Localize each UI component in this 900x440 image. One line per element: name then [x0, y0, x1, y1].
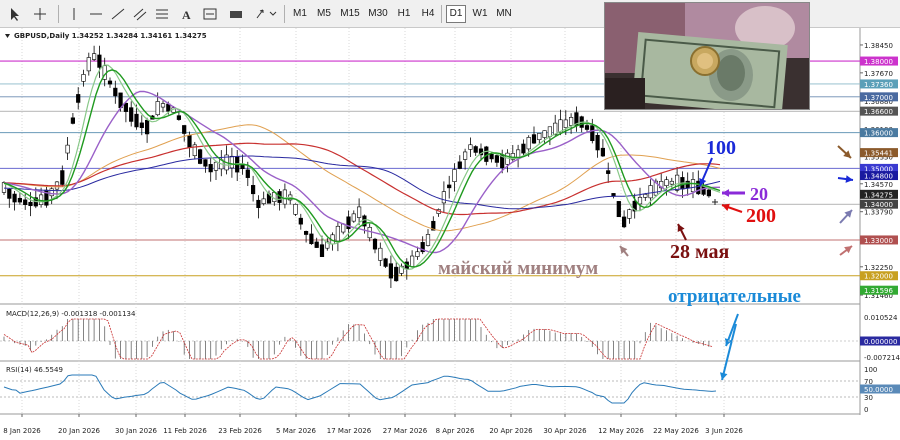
timeframe-m15[interactable]: M15: [338, 5, 362, 23]
rsi-scale-label: 30: [864, 394, 873, 402]
crosshair-icon[interactable]: [30, 5, 50, 23]
date-annotation: 28 мая: [670, 241, 729, 263]
vline-icon[interactable]: [64, 5, 84, 23]
price-scale-label: 1.38450: [864, 42, 893, 50]
price-scale-label: 1.34570: [864, 181, 893, 189]
price-tag: 1.35441: [860, 148, 898, 158]
price-tag-label: 1.37000: [864, 94, 893, 102]
macd-scale-label: -0.007214: [864, 354, 900, 362]
candle: [293, 203, 298, 217]
date-label: 12 May 2026: [598, 427, 644, 435]
rsi-header: RSI(14) 46.5549: [6, 366, 63, 374]
hline-icon[interactable]: [86, 5, 106, 23]
price-tag-label: 1.35441: [864, 150, 893, 158]
rsi-scale-label: 0: [864, 406, 868, 414]
timeframe-m30[interactable]: M30: [366, 5, 390, 23]
date-label: 8 Apr 2026: [436, 427, 475, 435]
date-label: 5 Mar 2026: [276, 427, 316, 435]
price-tag: 1.36600: [860, 106, 898, 116]
fibonacci-icon[interactable]: [152, 5, 172, 23]
macd-tag: 0.000000: [864, 338, 897, 346]
price-tag: 1.32000: [860, 271, 898, 281]
timeframe-mn[interactable]: MN: [494, 5, 514, 23]
label-icon[interactable]: [200, 5, 220, 23]
price-tag: 1.36000: [860, 128, 898, 138]
price-tag-label: 1.37360: [864, 81, 893, 89]
price-tag-label: 1.36600: [864, 108, 893, 116]
macd-header: MACD(12,26,9) -0.001318 -0.001134: [6, 310, 136, 318]
price-tag: 1.34000: [860, 199, 898, 209]
date-label: 3 Jun 2026: [705, 427, 743, 435]
price-tag-label: 1.34000: [864, 201, 893, 209]
timeframe-m1[interactable]: M1: [290, 5, 310, 23]
cursor-icon[interactable]: [4, 5, 24, 23]
price-scale-label: 1.37670: [864, 70, 893, 78]
candle: [616, 201, 621, 218]
price-scale-label: 1.32250: [864, 264, 893, 272]
rsi-scale-label: 100: [864, 366, 877, 374]
price-tag: 1.34800: [860, 171, 898, 181]
price-tag: 1.31596: [860, 285, 898, 295]
price-tag: 1.38000: [860, 56, 898, 66]
date-label: 20 Jan 2026: [58, 427, 101, 435]
candle: [383, 257, 388, 268]
price-tag: 1.37000: [860, 92, 898, 102]
timeframe-h1[interactable]: H1: [394, 5, 414, 23]
date-label: 22 May 2026: [653, 427, 699, 435]
timeframe-d1[interactable]: D1: [446, 5, 466, 23]
price-tag-label: 1.31596: [864, 287, 893, 295]
timeframe-m5[interactable]: M5: [314, 5, 334, 23]
ma200-annotation: 200: [746, 205, 776, 227]
currency-photo: [604, 2, 810, 110]
rsi-tag: 50.0000: [864, 386, 893, 394]
date-label: 30 Apr 2026: [543, 427, 587, 435]
date-label: 17 Mar 2026: [327, 427, 372, 435]
macd-scale-label: 0.010524: [864, 314, 898, 322]
price-tag-label: 1.34800: [864, 173, 893, 181]
text-icon[interactable]: A: [176, 5, 196, 23]
date-label: 30 Jan 2026: [115, 427, 158, 435]
chart-header: GBPUSD,Daily 1.34252 1.34284 1.34161 1.3…: [14, 32, 207, 40]
terminal-window: A M1 M5 M15 M30 H1 H4 D1 W1 MN 8 Jan 2026 20 Jan …: [0, 0, 900, 440]
date-label: 8 Jan 2026: [3, 427, 41, 435]
price-tag: 1.37360: [860, 79, 898, 89]
price-scale-label: 1.33790: [864, 209, 893, 217]
date-label: 23 Feb 2026: [218, 427, 262, 435]
may-minimum-annotation: майский минимум: [438, 258, 598, 279]
price-tag-label: 1.38000: [864, 58, 893, 66]
candle: [198, 148, 203, 165]
negative-annotation: отрицательные: [668, 286, 801, 307]
ma20-annotation: 20: [750, 184, 768, 204]
channel-icon[interactable]: [130, 5, 150, 23]
price-tag: 1.33000: [860, 235, 898, 245]
price-tag-label: 1.36000: [864, 130, 893, 138]
price-tag-label: 1.34275: [864, 191, 893, 199]
rectangle-icon[interactable]: [226, 5, 246, 23]
ma100-annotation: 100: [706, 137, 736, 159]
date-label: 20 Apr 2026: [489, 427, 533, 435]
svg-text:A: A: [182, 8, 191, 22]
trendline-icon[interactable]: [108, 5, 128, 23]
date-label: 11 Feb 2026: [163, 427, 207, 435]
price-tag-label: 1.32000: [864, 273, 893, 281]
price-tag-label: 1.33000: [864, 237, 893, 245]
timeframe-h4[interactable]: H4: [418, 5, 438, 23]
timeframe-w1[interactable]: W1: [470, 5, 490, 23]
arrows-icon[interactable]: [252, 5, 278, 23]
price-tag: 1.34275: [860, 189, 898, 199]
date-label: 27 Mar 2026: [383, 427, 428, 435]
